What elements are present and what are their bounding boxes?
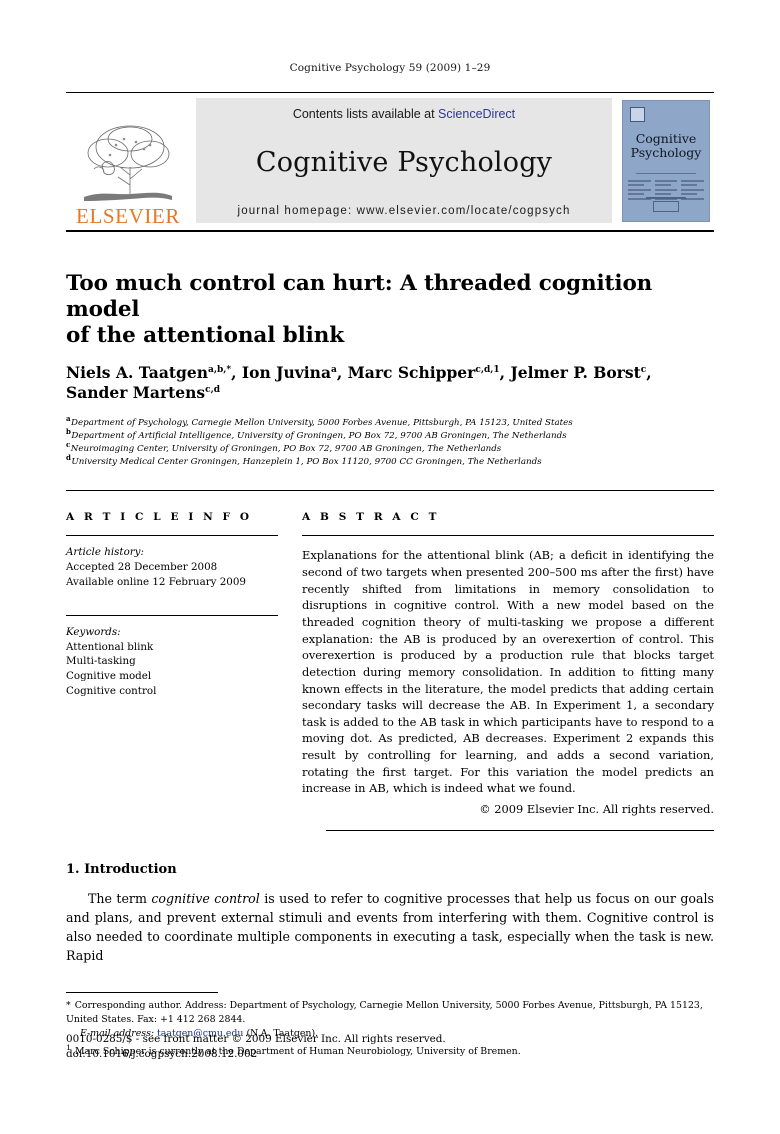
affiliation-item: aDepartment of Psychology, Carnegie Mell…: [66, 414, 714, 430]
keywords-rule: [66, 615, 278, 617]
elsevier-wordmark: ELSEVIER: [76, 204, 180, 228]
journal-masthead: ELSEVIER Contents lists available at Sci…: [66, 92, 714, 232]
article-info-heading: A R T I C L E I N F O: [66, 511, 253, 524]
imprint-block: 0010-0285/$ - see front matter © 2009 El…: [66, 1032, 446, 1062]
sciencedirect-link[interactable]: ScienceDirect: [438, 107, 515, 121]
author-list: Niels A. Taatgena,b,*, Ion Juvinaa, Marc…: [66, 363, 714, 403]
affiliation-text: University Medical Center Groningen, Han…: [71, 456, 542, 467]
contents-prefix-text: Contents lists available at: [292, 107, 439, 121]
affiliation-text: Neuroimaging Center, University of Groni…: [70, 443, 502, 454]
article-info-column: A R T I C L E I N F O Article history: A…: [66, 511, 302, 816]
journal-banner: Contents lists available at ScienceDirec…: [196, 98, 612, 223]
author-separator: ,: [231, 362, 242, 382]
footnote-separator: [66, 991, 218, 993]
affiliation-list: aDepartment of Psychology, Carnegie Mell…: [66, 414, 714, 469]
author-name: Niels A. Taatgen: [66, 362, 209, 382]
keywords-label: Keywords:: [66, 626, 121, 639]
keyword-item: Attentional blink: [66, 640, 154, 653]
author-affiliation-marks: c,d: [205, 384, 221, 395]
cover-title: Cognitive Psychology: [630, 131, 702, 161]
footnote-corresponding-author: * Corresponding author. Address: Departme…: [66, 999, 714, 1028]
abstract-rule: [302, 535, 714, 537]
info-abstract-panel: A R T I C L E I N F O Article history: A…: [66, 490, 714, 816]
author-name: Sander Martens: [66, 382, 206, 402]
abstract-copyright: © 2009 Elsevier Inc. All rights reserved…: [479, 802, 714, 817]
keywords-group: Keywords: Attentional blink Multi-taskin…: [66, 625, 278, 698]
author-name: Marc Schipper: [347, 362, 476, 382]
author-affiliation-marks: c,d,1: [475, 364, 500, 375]
author-name: Ion Juvina: [241, 362, 331, 382]
cover-title-line1: Cognitive: [635, 131, 697, 146]
article-history-line: Available online 12 February 2009: [66, 575, 246, 588]
keyword-item: Cognitive control: [66, 684, 157, 697]
cover-divider: [636, 172, 696, 174]
footnote-mark-asterisk: *: [66, 999, 71, 1011]
cover-footer-logo: [623, 197, 709, 212]
cover-title-line2: Psychology: [630, 145, 702, 161]
elsevier-tree-icon: [84, 125, 172, 201]
journal-homepage-link[interactable]: journal homepage: www.elsevier.com/locat…: [237, 205, 570, 217]
journal-title: Cognitive Psychology: [255, 146, 553, 178]
author-separator: ,: [499, 362, 511, 382]
paragraph-emphasis: cognitive control: [151, 891, 260, 907]
issn-front-matter-line: 0010-0285/$ - see front matter © 2009 El…: [66, 1032, 446, 1045]
title-line-2: of the attentional blink: [66, 323, 345, 349]
affiliation-mark: c: [66, 439, 71, 449]
elsevier-logo: ELSEVIER: [66, 93, 190, 229]
running-head: Cognitive Psychology 59 (2009) 1–29: [289, 62, 491, 74]
article-first-page: Cognitive Psychology 59 (2009) 1–29 ELSE…: [0, 0, 780, 1134]
body-paragraph: The term cognitive control is used to re…: [66, 890, 714, 966]
article-history-group: Article history: Accepted 28 December 20…: [66, 545, 278, 589]
affiliation-text: Department of Artificial Intelligence, U…: [71, 430, 567, 441]
author-name: Jelmer P. Borst: [510, 362, 641, 382]
contents-available-line: Contents lists available at ScienceDirec…: [293, 107, 515, 121]
abstract-column: A B S T R A C T Explanations for the att…: [302, 511, 714, 816]
article-info-rule: [66, 535, 278, 537]
abstract-text: Explanations for the attentional blink (…: [302, 548, 714, 796]
affiliation-item: bDepartment of Artificial Intelligence, …: [66, 428, 714, 443]
author-separator: ,: [336, 362, 348, 382]
affiliation-text: Department of Psychology, Carnegie Mello…: [71, 417, 573, 428]
section-heading-introduction: 1. Introduction: [66, 862, 177, 878]
page-title: Too much control can hurt: A threaded co…: [66, 271, 714, 350]
keyword-item: Cognitive model: [66, 670, 152, 683]
cover-publisher-mark-icon: [630, 107, 645, 122]
journal-cover-thumbnail: Cognitive Psychology: [618, 93, 714, 229]
affiliation-mark: a: [66, 414, 71, 424]
affiliation-item: cNeuroimaging Center, University of Gron…: [66, 439, 714, 456]
paragraph-text-start: The term: [88, 891, 152, 907]
article-history-line: Accepted 28 December 2008: [66, 561, 218, 574]
abstract-heading: A B S T R A C T: [302, 511, 440, 524]
affiliation-item: dUniversity Medical Center Groningen, Ha…: [66, 454, 714, 469]
footnote-corresponding-text: Corresponding author. Address: Departmen…: [66, 999, 703, 1025]
article-history-label: Article history:: [66, 546, 144, 559]
panel-bottom-rule: [326, 830, 714, 832]
author-affiliation-marks: a,b,*: [208, 364, 232, 375]
title-line-1: Too much control can hurt: A threaded co…: [66, 271, 653, 323]
doi-line: doi:10.1016/j.cogpsych.2008.12.002: [66, 1047, 258, 1060]
masthead-bottom-rule: [66, 230, 714, 232]
author-separator: ,: [646, 362, 652, 382]
keyword-item: Multi-tasking: [66, 655, 136, 668]
